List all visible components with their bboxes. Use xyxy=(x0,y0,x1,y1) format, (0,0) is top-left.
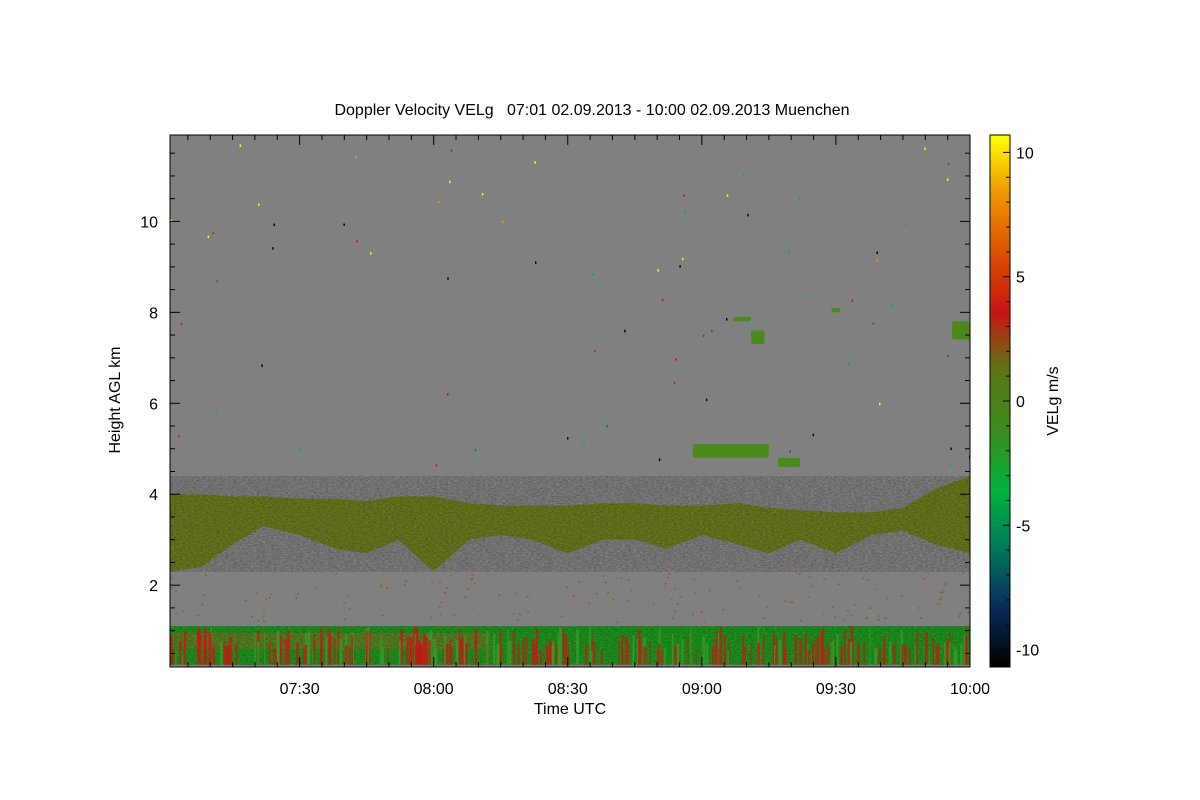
doppler-velocity-figure: Doppler Velocity VELg 07:01 02.09.2013 -… xyxy=(107,102,1062,718)
x-tick-label: 08:30 xyxy=(548,681,588,698)
colorbar-tick-label: -10 xyxy=(1016,643,1039,660)
y-tick-label: 10 xyxy=(140,214,158,231)
x-tick-label: 10:00 xyxy=(950,681,990,698)
plot-area xyxy=(169,134,971,668)
chart-title: Doppler Velocity VELg 07:01 02.09.2013 -… xyxy=(334,102,849,119)
upper-cloud-patch xyxy=(952,321,970,340)
x-tick-label: 08:00 xyxy=(414,681,454,698)
y-tick-label: 8 xyxy=(149,305,158,322)
y-tick-label: 2 xyxy=(149,578,158,595)
colorbar-tick-label: 10 xyxy=(1016,145,1034,162)
x-axis-label: Time UTC xyxy=(534,701,606,718)
y-axis-label: Height AGL km xyxy=(107,346,124,453)
colorbar: -10 -5 0 5 10 VELg m/s xyxy=(989,134,1062,668)
upper-cloud-patch xyxy=(751,330,765,345)
colorbar-tick-label: 5 xyxy=(1016,270,1025,287)
boundary-layer-echo xyxy=(170,626,970,665)
y-tick-label: 4 xyxy=(149,487,158,504)
y-tick-label: 6 xyxy=(149,396,158,413)
upper-cloud-patch xyxy=(831,307,841,313)
upper-cloud-patch xyxy=(692,444,769,458)
colorbar-label: VELg m/s xyxy=(1045,366,1062,435)
plot-background xyxy=(170,135,970,667)
x-tick-label: 09:30 xyxy=(816,681,856,698)
upper-cloud-patch xyxy=(777,457,801,467)
upper-cloud-patch xyxy=(733,316,752,322)
x-tick-label: 09:00 xyxy=(682,681,722,698)
x-tick-label: 07:30 xyxy=(280,681,320,698)
colorbar-tick-label: -5 xyxy=(1016,518,1030,535)
colorbar-tick-label: 0 xyxy=(1016,394,1025,411)
